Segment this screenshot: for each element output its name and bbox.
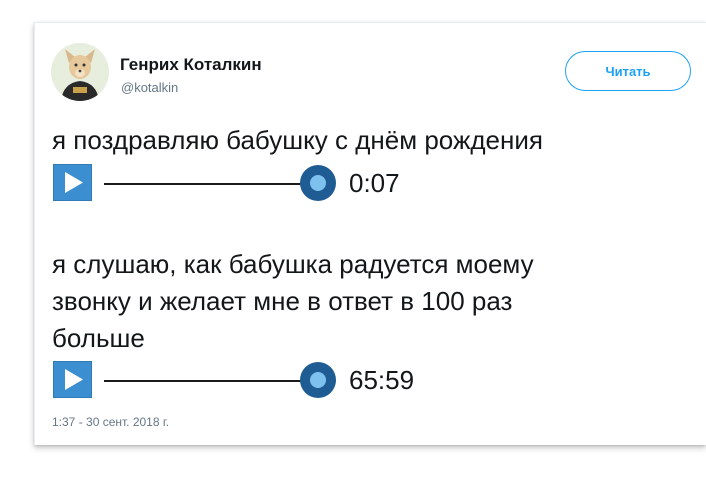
audio-duration: 0:07 bbox=[349, 168, 400, 198]
avatar-image bbox=[51, 43, 109, 101]
knob-center bbox=[310, 175, 326, 191]
tweet-text-line: больше bbox=[52, 323, 145, 353]
audio-duration: 65:59 bbox=[349, 365, 415, 395]
audio-progress-track[interactable] bbox=[104, 380, 304, 382]
follow-button[interactable]: Читать bbox=[565, 51, 691, 91]
author-name[interactable]: Генрих Коталкин bbox=[120, 55, 262, 75]
knob-center bbox=[310, 372, 326, 388]
page: Генрих Коталкин @kotalkin Читать я поздр… bbox=[0, 0, 706, 492]
tweet-timestamp[interactable]: 1:37 - 30 сент. 2018 г. bbox=[52, 415, 169, 429]
tweet-text-line: я слушаю, как бабушка радуется моему bbox=[52, 249, 534, 279]
avatar[interactable] bbox=[51, 43, 109, 101]
play-icon bbox=[65, 172, 83, 193]
author-handle[interactable]: @kotalkin bbox=[121, 80, 178, 95]
play-icon bbox=[65, 369, 83, 390]
tweet-text-line: я поздравляю бабушку с днём рождения bbox=[52, 125, 543, 155]
play-button[interactable] bbox=[53, 361, 92, 398]
play-button[interactable] bbox=[53, 164, 92, 201]
audio-scrubber-knob[interactable] bbox=[300, 165, 336, 201]
tweet-card: Генрих Коталкин @kotalkin Читать я поздр… bbox=[34, 22, 706, 445]
audio-progress-track[interactable] bbox=[104, 183, 304, 185]
audio-scrubber-knob[interactable] bbox=[300, 362, 336, 398]
tweet-text-line: звонку и желает мне в ответ в 100 раз bbox=[52, 286, 513, 316]
